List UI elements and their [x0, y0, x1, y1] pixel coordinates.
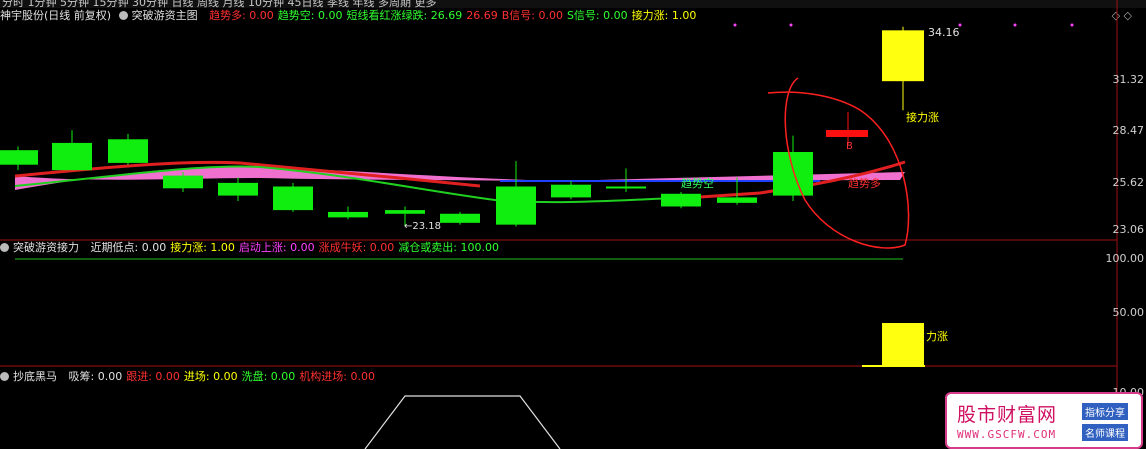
- indicator-value: 涨成牛妖: 0.00: [318, 241, 395, 254]
- candle-body: [273, 186, 313, 211]
- sub1-header: 突破游资接力 近期低点: 0.00 接力涨: 1.00 启动上涨: 0.00 涨成牛妖…: [0, 241, 507, 255]
- candle-body: [328, 211, 368, 218]
- indicator-value: 跟进: 0.00: [126, 370, 180, 383]
- sub1-relay-bar: [882, 323, 924, 366]
- watermark-badge: 指标分享: [1082, 403, 1128, 420]
- candle-body: [0, 150, 38, 165]
- low-price-label: ←23.18: [404, 221, 442, 232]
- sub2-header: 抄底黑马 吸筹: 0.00 跟进: 0.00 进场: 0.00 洗盘: 0.00 机构进…: [0, 370, 383, 384]
- sub2-indicator-name[interactable]: 抄底黑马: [0, 370, 61, 383]
- indicator-value: 接力涨: 1.00: [170, 241, 235, 254]
- watermark-badge: 名师课程: [1082, 424, 1128, 441]
- trend-empty-label: 趋势空: [681, 177, 714, 190]
- signal-dot: [1013, 23, 1017, 27]
- candle-body: [661, 193, 701, 207]
- watermark-url: WWW.GSCFW.COM: [957, 428, 1057, 441]
- axis-label: 23.06: [1112, 223, 1145, 236]
- candle-body: [496, 186, 536, 225]
- indicator-value: 洗盘: 0.00: [241, 370, 296, 383]
- indicator-value: 机构进场: 0.00: [299, 370, 376, 383]
- candle-body: [218, 182, 258, 196]
- signal-dot: [789, 23, 793, 27]
- sub1-indicator-values: 近期低点: 0.00 接力涨: 1.00 启动上涨: 0.00 涨成牛妖: 0.00 减…: [91, 241, 504, 254]
- candle-body: [773, 152, 813, 196]
- candle-body: [882, 30, 924, 82]
- sub2-line: [364, 395, 561, 449]
- candle-body: [606, 186, 646, 189]
- indicator-value: 近期低点: 0.00: [90, 241, 167, 254]
- high-price-label: 34.16: [928, 26, 960, 39]
- candle-body: [163, 175, 203, 189]
- indicator-value: 进场: 0.00: [183, 370, 238, 383]
- signal-dot: [1070, 23, 1074, 27]
- axis-label: 50.00: [1112, 306, 1145, 319]
- sub2-indicator-values: 吸筹: 0.00 跟进: 0.00 进场: 0.00 洗盘: 0.00 机构进场: 0.…: [69, 370, 380, 383]
- candle-body: [52, 142, 92, 171]
- sub1-relay-label: 力涨: [926, 330, 948, 343]
- indicator-toggle-icon[interactable]: [0, 243, 9, 252]
- axis-label: 25.62: [1112, 176, 1145, 189]
- candle-body: [551, 184, 591, 198]
- candle-body: [440, 213, 480, 223]
- indicator-value: 减仓或卖出: 100.00: [398, 241, 500, 254]
- candle-body: [108, 139, 148, 163]
- axis-label: 100.00: [1105, 252, 1145, 265]
- trend-long-label: 趋势多: [848, 177, 881, 190]
- sub1-indicator-name[interactable]: 突破游资接力: [0, 241, 83, 254]
- watermark-title: 股市财富网: [957, 404, 1058, 426]
- axis-label: 28.47: [1112, 124, 1145, 137]
- axis-label: 31.32: [1112, 73, 1145, 86]
- relay-label: 接力涨: [906, 111, 939, 124]
- indicator-value: 启动上涨: 0.00: [238, 241, 315, 254]
- site-watermark-logo: 股市财富网 WWW.GSCFW.COM 指标分享 名师课程: [945, 392, 1143, 449]
- candle-body: [717, 197, 757, 203]
- b-signal-mark: [826, 130, 868, 137]
- b-signal-label: B: [846, 141, 853, 152]
- signal-dot: [733, 23, 737, 27]
- candle-body: [385, 210, 425, 214]
- indicator-toggle-icon[interactable]: [0, 372, 9, 381]
- indicator-value: 吸筹: 0.00: [68, 370, 123, 383]
- ma-ribbon: [15, 166, 905, 190]
